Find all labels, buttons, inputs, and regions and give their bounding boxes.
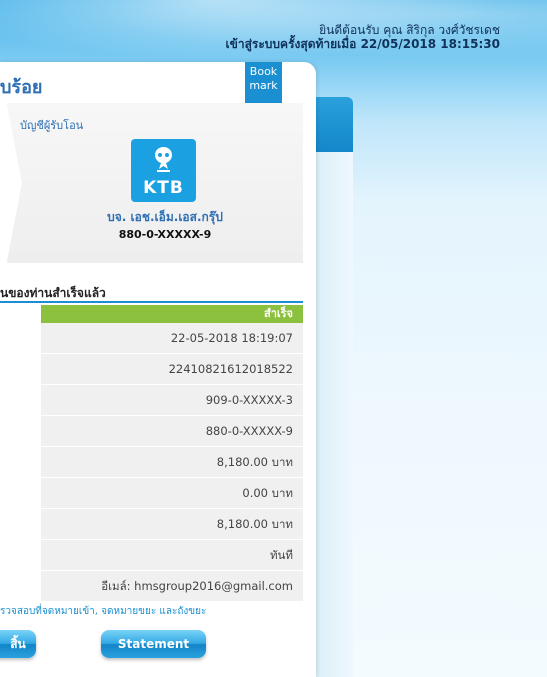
bookmark-label-line2: mark xyxy=(249,79,278,92)
transfer-result-card: บร้อย Book mark บัญชีผู้รับโอน KTB บจ. เ… xyxy=(0,62,316,677)
detail-row-total: 8,180.00 บาท xyxy=(41,509,303,540)
ktb-logo: KTB xyxy=(131,139,196,202)
detail-row-amount: 8,180.00 บาท xyxy=(41,447,303,478)
detail-row-from-account: 909-0-XXXXX-3 xyxy=(41,385,303,416)
side-panel-header xyxy=(310,97,353,152)
finish-button[interactable]: สิ้น xyxy=(0,630,36,658)
status-badge: สำเร็จ xyxy=(41,305,303,323)
welcome-message: ยินดีต้อนรับ คุณ สิริกุล วงศ์วัชรเดช เข้… xyxy=(226,23,500,51)
detail-row-reference: 22410821612018522 xyxy=(41,354,303,385)
email-note: รวจสอบที่จดหมายเข้า, จดหมายขยะ และถังขยะ xyxy=(0,606,207,617)
bookmark-label-line1: Book xyxy=(249,65,278,78)
welcome-line: ยินดีต้อนรับ คุณ สิริกุล วงศ์วัชรเดช xyxy=(319,23,500,37)
detail-row-fee: 0.00 บาท xyxy=(41,478,303,509)
detail-row-email: อีเมล์: hmsgroup2016@gmail.com xyxy=(41,571,303,602)
recipient-label: บัญชีผู้รับโอน xyxy=(20,119,84,132)
detail-row-to-account: 880-0-XXXXX-9 xyxy=(41,416,303,447)
divider xyxy=(0,301,303,303)
detail-row-timing: ทันที xyxy=(41,540,303,571)
statement-button[interactable]: Statement xyxy=(101,630,206,658)
last-login-line: เข้าสู่ระบบครั้งสุดท้ายเมื่อ 22/05/2018 … xyxy=(225,37,500,51)
transaction-details-table: สำเร็จ 22-05-2018 18:19:07 2241082161201… xyxy=(41,305,303,602)
ktb-bird-icon xyxy=(155,147,172,172)
bank-logo-text: KTB xyxy=(143,178,184,198)
detail-row-datetime: 22-05-2018 18:19:07 xyxy=(41,323,303,354)
page-title: บร้อย xyxy=(0,77,43,98)
recipient-account: 880-0-XXXXX-9 xyxy=(118,228,212,241)
side-panel xyxy=(310,97,353,677)
recipient-name: บจ. เอช.เอ็ม.เอส.กรุ๊ป xyxy=(107,210,223,224)
